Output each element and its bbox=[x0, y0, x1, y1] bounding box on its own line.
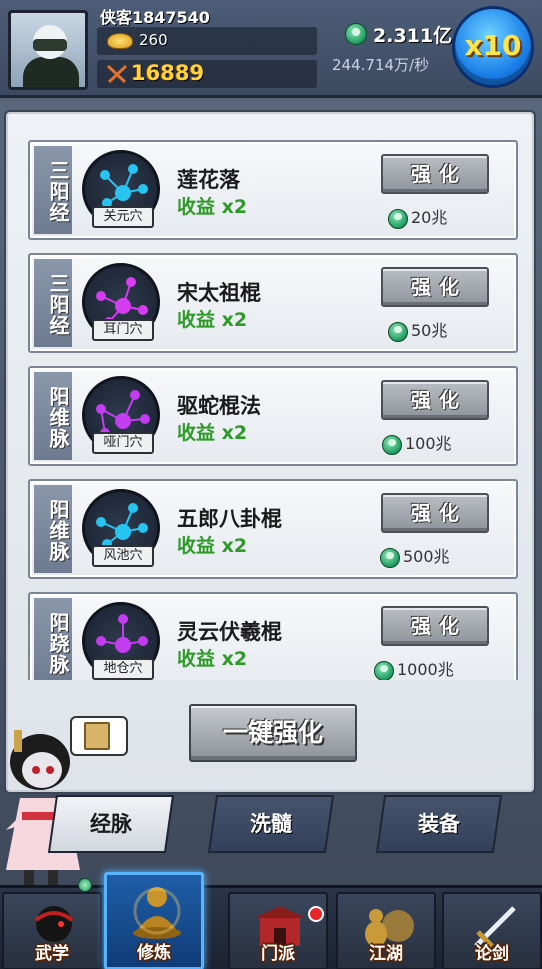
nav-label: 江湖 bbox=[369, 944, 403, 964]
jade-coin-icon bbox=[388, 208, 408, 229]
upgrade-button[interactable]: 强化 bbox=[381, 380, 489, 420]
nav-duel[interactable]: 论剑 bbox=[442, 892, 542, 969]
skill-card: 三阳经 耳门穴 宋太祖棍 收益 x2 强化 50兆 bbox=[28, 253, 518, 353]
upgrade-cost: 100兆 bbox=[382, 430, 452, 455]
skill-card: 阳跷脉 地仓穴 灵云伏羲棍 收益 x2 强化 1000兆 bbox=[28, 592, 518, 680]
skill-card: 三阳经 关元穴 莲花落 收益 x2 强化 20兆 bbox=[28, 140, 518, 240]
jade-coin-icon bbox=[380, 547, 400, 568]
acupoint-label: 关元穴 bbox=[92, 206, 154, 228]
tab-label: 经脉 bbox=[90, 812, 132, 836]
yield-multiplier: 收益 x2 bbox=[177, 422, 248, 444]
upgrade-cost: 500兆 bbox=[380, 543, 450, 568]
meridian-label: 阳跷脉 bbox=[34, 598, 72, 680]
bottom-navigation: 武学 修炼 门派 江湖 论剑 bbox=[0, 872, 542, 969]
notification-coin-icon bbox=[78, 878, 92, 892]
acupoint-label: 耳门穴 bbox=[92, 319, 154, 341]
upgrade-cost: 20兆 bbox=[388, 204, 448, 229]
avatar-body bbox=[23, 57, 79, 87]
skill-card: 阳维脉 哑门穴 驱蛇棍法 收益 x2 强化 100兆 bbox=[28, 366, 518, 466]
acupoint-label: 地仓穴 bbox=[92, 658, 154, 680]
skill-name: 灵云伏羲棍 bbox=[177, 620, 282, 644]
nav-label: 武学 bbox=[35, 944, 69, 964]
upgrade-button[interactable]: 强化 bbox=[381, 493, 489, 533]
yield-multiplier: 收益 x2 bbox=[177, 309, 248, 331]
nav-sect[interactable]: 门派 bbox=[228, 892, 328, 969]
yield-multiplier: 收益 x2 bbox=[177, 535, 248, 557]
income-rate: 244.714万/秒 bbox=[332, 56, 430, 74]
player-name: 侠客1847540 bbox=[100, 8, 210, 27]
tab-label: 洗髓 bbox=[250, 812, 292, 836]
combat-power-value: 16889 bbox=[131, 61, 205, 85]
cost-value: 1000兆 bbox=[397, 660, 454, 679]
upgrade-button[interactable]: 强化 bbox=[381, 154, 489, 194]
yield-multiplier: 收益 x2 bbox=[177, 196, 248, 218]
tab-label: 装备 bbox=[418, 812, 460, 836]
upgrade-button[interactable]: 强化 bbox=[381, 606, 489, 646]
player-avatar[interactable] bbox=[8, 10, 88, 90]
crossed-swords-icon bbox=[106, 64, 128, 84]
nav-label: 论剑 bbox=[475, 944, 509, 964]
jade-coin-icon bbox=[382, 434, 402, 455]
skill-list[interactable]: 三阳经 关元穴 莲花落 收益 x2 强化 20兆 三阳经 耳门穴 宋太祖棍 收益… bbox=[28, 140, 518, 680]
gold-amount: 260 bbox=[139, 31, 168, 49]
yield-multiplier: 收益 x2 bbox=[177, 648, 248, 670]
jade-coin-icon bbox=[388, 321, 408, 342]
acupoint-label: 哑门穴 bbox=[92, 432, 154, 454]
tab-marrow[interactable]: 洗髓 bbox=[207, 795, 335, 853]
skill-name: 莲花落 bbox=[177, 168, 240, 192]
upgrade-cost: 1000兆 bbox=[374, 656, 454, 680]
meridian-label: 三阳经 bbox=[34, 146, 72, 234]
skill-name: 驱蛇棍法 bbox=[177, 394, 261, 418]
avatar-mask bbox=[33, 39, 67, 51]
money-total: 2.311亿 bbox=[373, 25, 453, 47]
upgrade-cost: 50兆 bbox=[388, 317, 448, 342]
nav-jianghu[interactable]: 江湖 bbox=[336, 892, 436, 969]
skill-card: 阳维脉 风池穴 五郎八卦棍 收益 x2 强化 500兆 bbox=[28, 479, 518, 579]
acupoint-label: 风池穴 bbox=[92, 545, 154, 567]
jade-coin-icon bbox=[345, 23, 367, 45]
cost-value: 20兆 bbox=[411, 208, 448, 227]
nav-label: 门派 bbox=[261, 944, 295, 964]
nav-martial-arts[interactable]: 武学 bbox=[2, 892, 102, 969]
tab-equipment[interactable]: 装备 bbox=[375, 795, 503, 853]
tab-meridian[interactable]: 经脉 bbox=[47, 795, 175, 853]
meridian-label: 三阳经 bbox=[34, 259, 72, 347]
combat-power-row: 16889 bbox=[97, 60, 317, 88]
gold-row: 260 bbox=[97, 27, 317, 55]
cost-value: 100兆 bbox=[405, 434, 452, 453]
upgrade-button[interactable]: 强化 bbox=[381, 267, 489, 307]
jade-coin-icon bbox=[374, 660, 394, 680]
top-bar: 侠客1847540 260 16889 2.311亿 244.714万/秒 x1… bbox=[0, 0, 542, 98]
nav-cultivation[interactable]: 修炼 bbox=[104, 872, 204, 969]
cost-value: 50兆 bbox=[411, 321, 448, 340]
multiplier-button[interactable]: x10 bbox=[452, 6, 534, 88]
one-key-upgrade-button[interactable]: 一键强化 bbox=[189, 704, 357, 762]
meridian-label: 阳维脉 bbox=[34, 485, 72, 573]
skill-name: 五郎八卦棍 bbox=[177, 507, 282, 531]
notification-dot bbox=[308, 906, 324, 922]
nav-label: 修炼 bbox=[137, 943, 171, 963]
gold-ingot-icon bbox=[107, 33, 133, 49]
meridian-label: 阳维脉 bbox=[34, 372, 72, 460]
cost-value: 500兆 bbox=[403, 547, 450, 566]
skill-name: 宋太祖棍 bbox=[177, 281, 261, 305]
meditating-monk-icon bbox=[133, 887, 181, 939]
